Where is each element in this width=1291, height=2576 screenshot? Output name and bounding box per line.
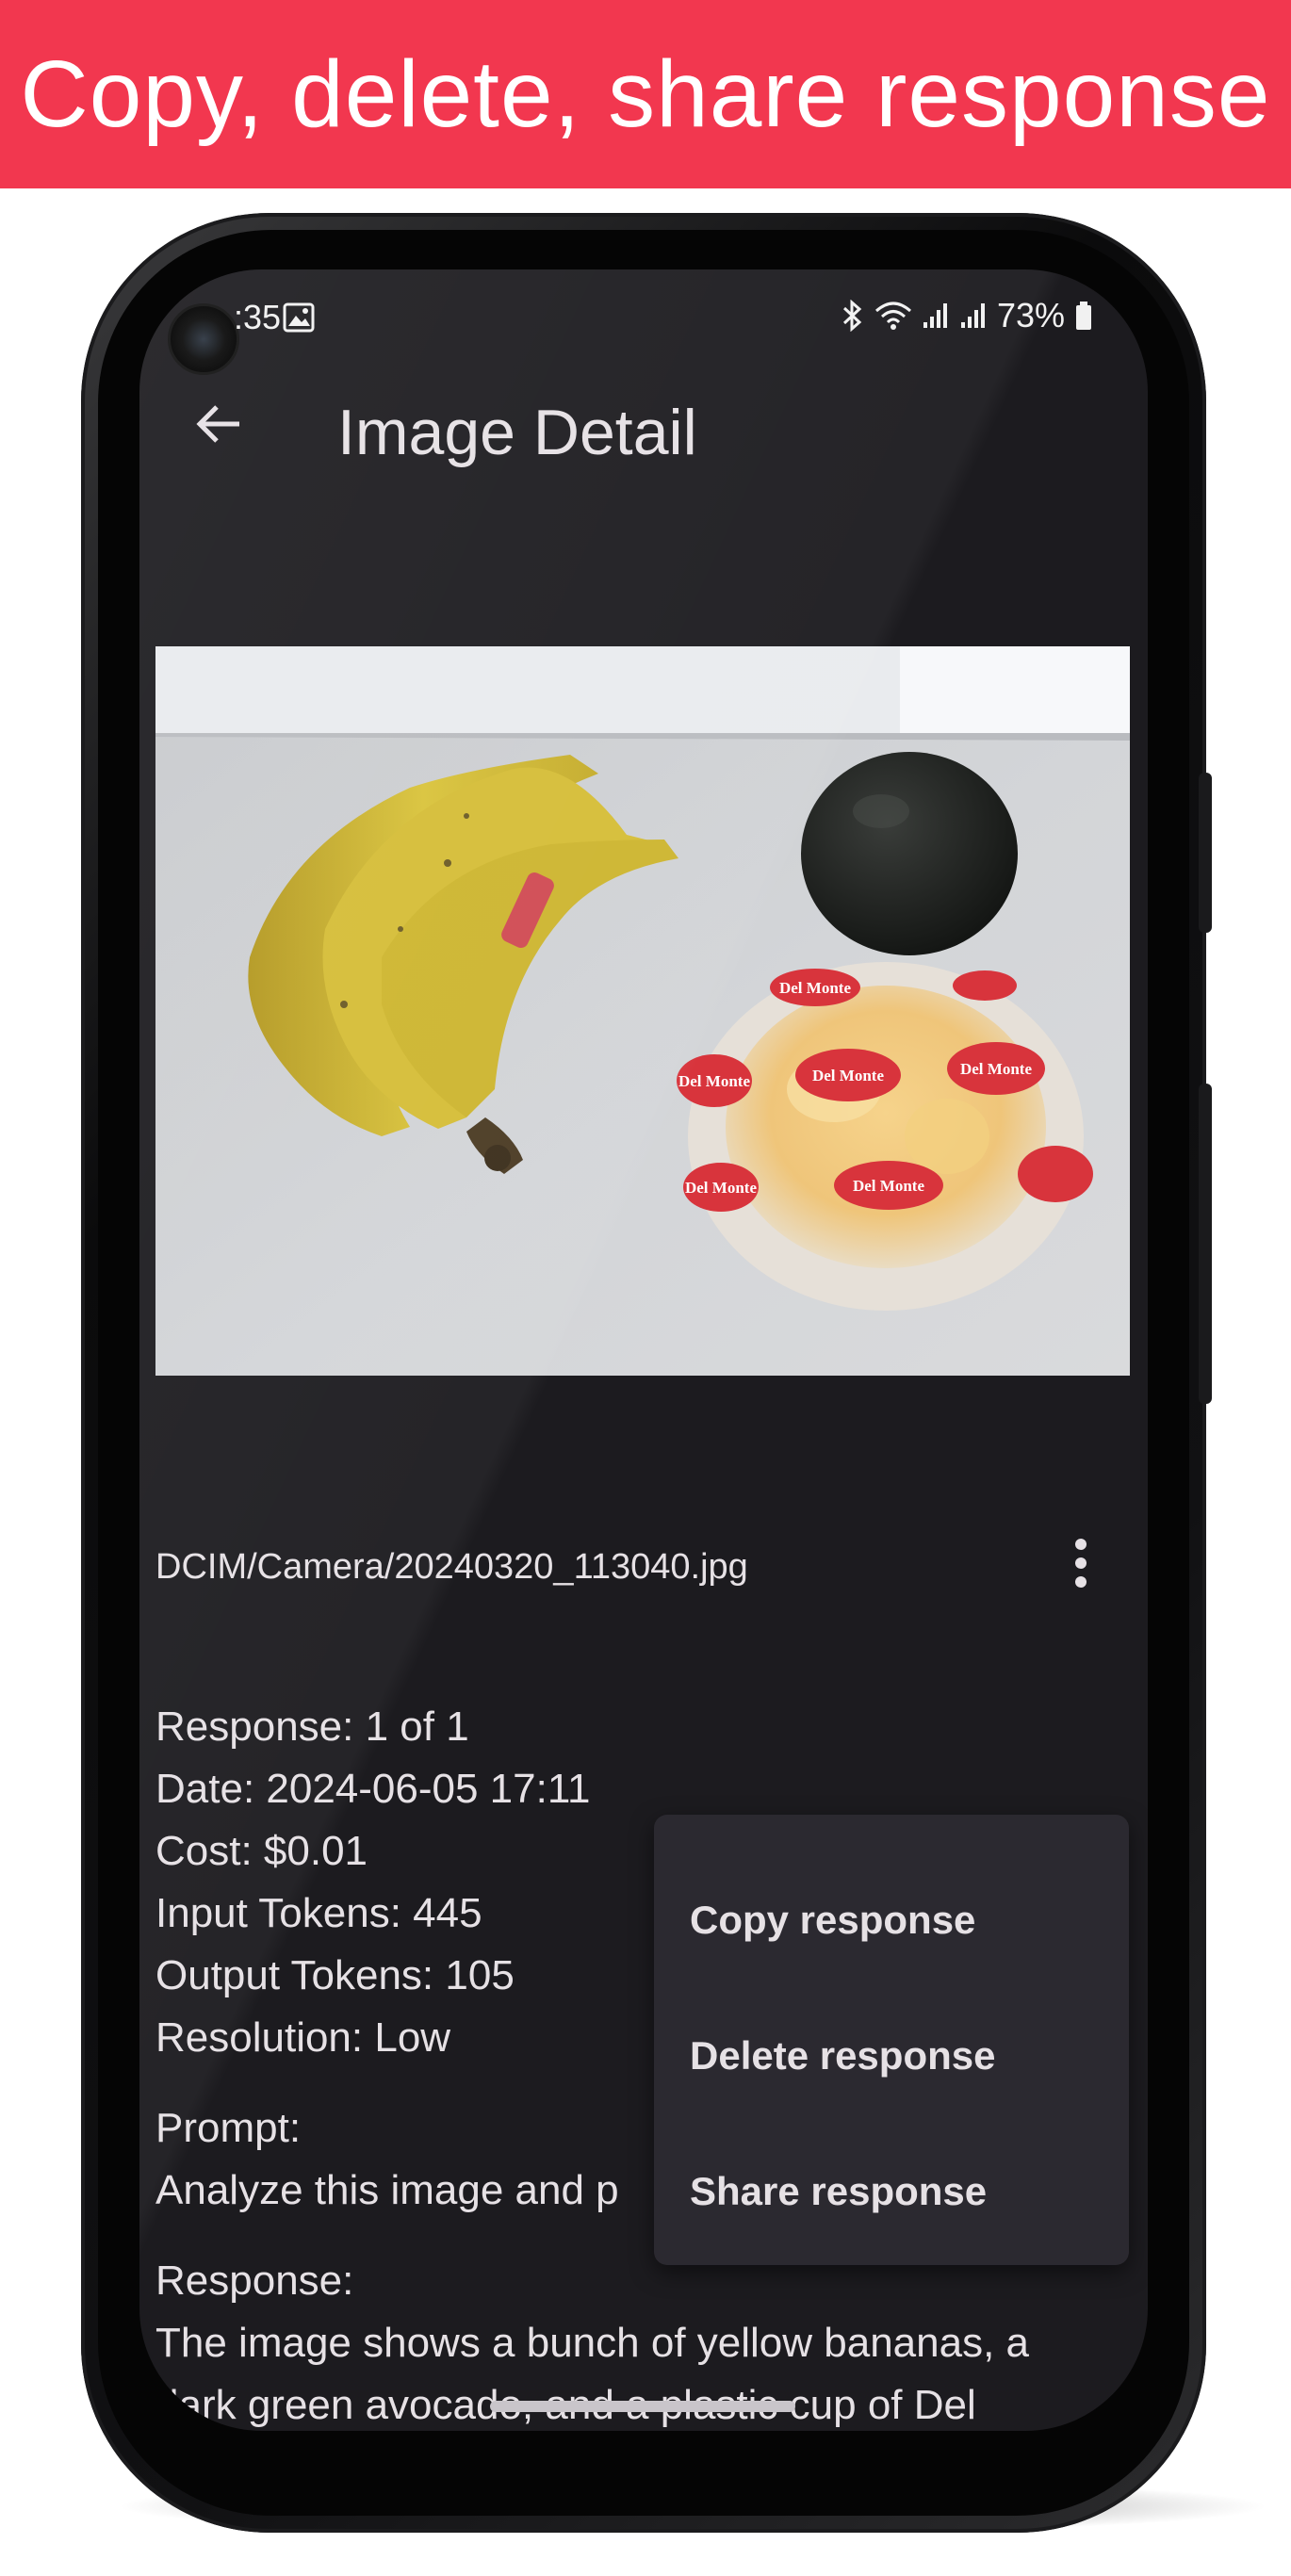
volume-button bbox=[1199, 1084, 1212, 1404]
brand-label: Del Monte bbox=[812, 1067, 884, 1084]
status-time: :35 bbox=[234, 298, 282, 336]
response-text-line: The image shows a bunch of yellow banana… bbox=[155, 2320, 1030, 2366]
brand-label: Del Monte bbox=[853, 1177, 924, 1195]
banner-title: Copy, delete, share response bbox=[20, 41, 1271, 147]
battery-icon bbox=[1074, 301, 1093, 331]
more-options-button[interactable] bbox=[1048, 1532, 1114, 1598]
phone-screen: :35 73% Image Detail Del Monte Del Monte… bbox=[139, 269, 1148, 2431]
gesture-nav-handle[interactable] bbox=[490, 2401, 795, 2412]
copy-response-item[interactable]: Copy response bbox=[654, 1852, 1129, 1988]
status-bar: :35 73% bbox=[139, 269, 1148, 364]
delete-response-item[interactable]: Delete response bbox=[654, 1988, 1129, 2124]
bluetooth-icon bbox=[841, 300, 865, 332]
signal-icon bbox=[922, 302, 950, 330]
image-icon bbox=[283, 302, 315, 333]
share-response-item[interactable]: Share response bbox=[654, 2124, 1129, 2259]
file-path: DCIM/Camera/20240320_113040.jpg bbox=[155, 1547, 748, 1587]
arrow-left-icon bbox=[192, 398, 245, 455]
app-bar: Image Detail bbox=[139, 364, 1148, 486]
response-index: Response: 1 of 1 bbox=[155, 1704, 469, 1750]
brand-label: Del Monte bbox=[678, 1072, 750, 1090]
battery-percent: 73% bbox=[996, 296, 1065, 334]
status-right: 73% bbox=[841, 296, 1093, 335]
back-button[interactable] bbox=[181, 388, 256, 464]
more-vert-icon bbox=[1071, 1537, 1090, 1594]
page-title: Image Detail bbox=[337, 397, 697, 468]
signal-icon bbox=[959, 302, 988, 330]
brand-label: Del Monte bbox=[779, 979, 851, 997]
photo[interactable]: Del Monte Del Monte Del Monte Del Monte … bbox=[155, 646, 1130, 1376]
power-button bbox=[1199, 773, 1212, 933]
brand-label: Del Monte bbox=[960, 1060, 1032, 1078]
response-context-menu: Copy response Delete response Share resp… bbox=[654, 1815, 1129, 2265]
response-date: Date: 2024-06-05 17:11 bbox=[155, 1766, 591, 1812]
banner: Copy, delete, share response bbox=[0, 0, 1291, 188]
brand-label: Del Monte bbox=[685, 1179, 757, 1197]
wifi-icon bbox=[874, 300, 912, 332]
